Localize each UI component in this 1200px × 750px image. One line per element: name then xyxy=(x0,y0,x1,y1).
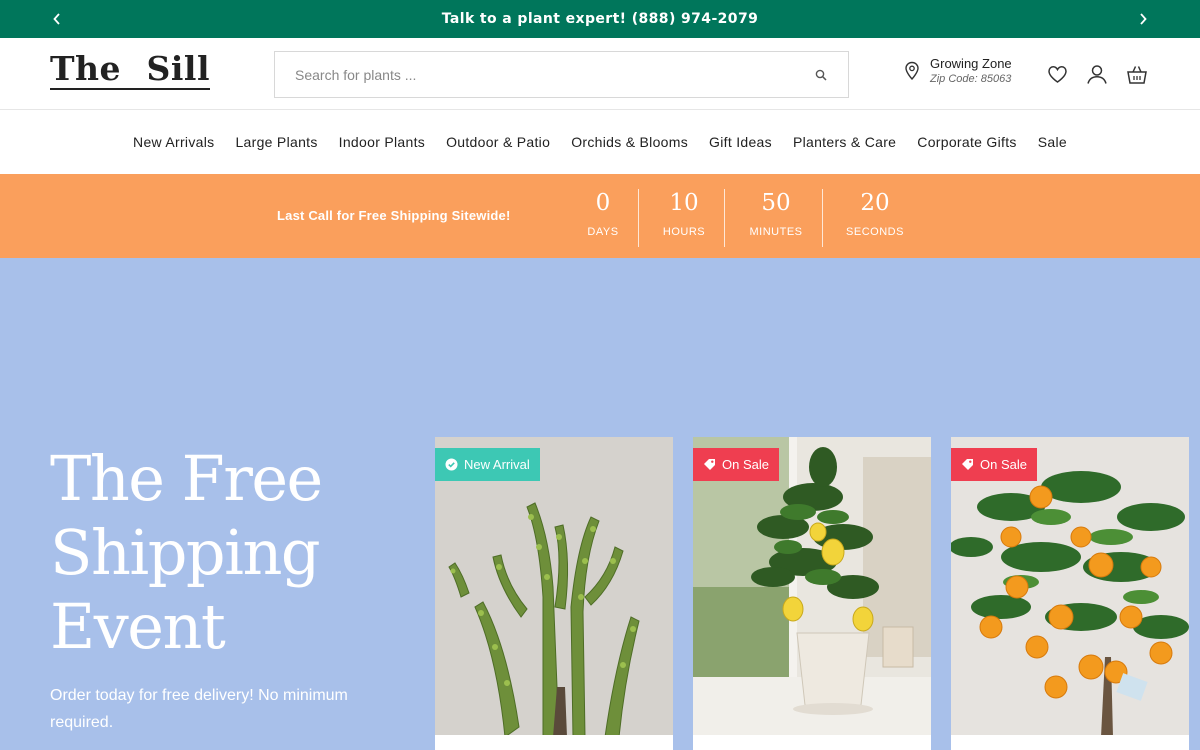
product-card-footer xyxy=(951,735,1189,750)
search-icon[interactable] xyxy=(814,68,828,82)
hero-title: The Free Shipping Event xyxy=(50,442,323,663)
countdown-divider xyxy=(638,189,639,247)
countdown-divider xyxy=(724,189,725,247)
countdown-hours-label: HOURS xyxy=(662,226,706,238)
countdown-seconds: 20 SECONDS xyxy=(841,188,909,246)
product-card-footer xyxy=(693,735,931,750)
countdown-banner: Last Call for Free Shipping Sitewide! 0 … xyxy=(0,174,1200,258)
cart-basket-icon[interactable] xyxy=(1126,63,1148,85)
announcement-text[interactable]: Talk to a plant expert! (888) 974-2079 xyxy=(442,11,758,27)
nav-item-indoor-plants[interactable]: Indoor Plants xyxy=(339,134,425,150)
nav-item-corporate-gifts[interactable]: Corporate Gifts xyxy=(917,134,1016,150)
hero-section: The Free Shipping Event Order today for … xyxy=(0,258,1200,750)
product-card[interactable]: On Sale xyxy=(951,437,1189,750)
heart-icon[interactable] xyxy=(1046,63,1068,85)
badge-check-icon xyxy=(445,458,458,471)
zip-code: Zip Code: 85063 xyxy=(930,73,1012,85)
search-input[interactable] xyxy=(295,66,814,83)
nav-item-outdoor-patio[interactable]: Outdoor & Patio xyxy=(446,134,550,150)
search-bar xyxy=(274,51,849,98)
logo-word-the: The xyxy=(50,49,122,88)
nav-item-gift-ideas[interactable]: Gift Ideas xyxy=(709,134,772,150)
badge-new-arrival: New Arrival xyxy=(435,448,540,481)
product-image xyxy=(435,437,673,737)
countdown-minutes-value: 50 xyxy=(761,190,791,216)
tag-icon xyxy=(703,458,716,471)
countdown-hours-value: 10 xyxy=(669,190,699,216)
countdown-minutes-label: MINUTES xyxy=(749,226,803,238)
nav-item-planters-care[interactable]: Planters & Care xyxy=(793,134,896,150)
chevron-right-icon[interactable] xyxy=(1133,9,1153,29)
product-image xyxy=(951,437,1189,737)
badge-on-sale: On Sale xyxy=(693,448,779,481)
hero-subtitle: Order today for free delivery! No minimu… xyxy=(50,687,348,731)
main-nav: New Arrivals Large Plants Indoor Plants … xyxy=(0,110,1200,174)
nav-item-large-plants[interactable]: Large Plants xyxy=(235,134,317,150)
badge-label: On Sale xyxy=(722,457,769,472)
location-pin-icon xyxy=(905,61,919,81)
nav-item-sale[interactable]: Sale xyxy=(1038,134,1067,150)
growing-zone-title: Growing Zone xyxy=(930,56,1012,71)
countdown-days-label: DAYS xyxy=(587,226,619,238)
countdown-divider xyxy=(822,189,823,247)
product-card[interactable]: New Arrival xyxy=(435,437,673,750)
logo[interactable]: The Sill xyxy=(50,52,210,90)
countdown-seconds-value: 20 xyxy=(860,190,890,216)
countdown-days-value: 0 xyxy=(595,190,611,216)
badge-label: On Sale xyxy=(980,457,1027,472)
site-header: The Sill Growing Zone Zip Code: 85063 xyxy=(0,38,1200,110)
countdown-minutes: 50 MINUTES xyxy=(744,188,808,246)
nav-item-new-arrivals[interactable]: New Arrivals xyxy=(133,134,214,150)
product-card[interactable]: On Sale xyxy=(693,437,931,750)
product-image xyxy=(693,437,931,737)
countdown-message: Last Call for Free Shipping Sitewide! xyxy=(277,208,511,223)
header-icons xyxy=(1046,63,1148,85)
growing-zone[interactable]: Growing Zone Zip Code: 85063 xyxy=(903,56,1012,86)
countdown-hours: 10 HOURS xyxy=(659,188,709,246)
countdown-seconds-label: SECONDS xyxy=(846,226,904,238)
logo-word-sill: Sill xyxy=(146,49,210,88)
badge-on-sale: On Sale xyxy=(951,448,1037,481)
account-icon[interactable] xyxy=(1086,63,1108,85)
tag-icon xyxy=(961,458,974,471)
chevron-left-icon[interactable] xyxy=(47,9,67,29)
announcement-bar: Talk to a plant expert! (888) 974-2079 xyxy=(0,0,1200,38)
nav-item-orchids-blooms[interactable]: Orchids & Blooms xyxy=(571,134,688,150)
countdown-days: 0 DAYS xyxy=(583,188,623,246)
badge-label: New Arrival xyxy=(464,457,530,472)
product-card-footer xyxy=(435,735,673,750)
